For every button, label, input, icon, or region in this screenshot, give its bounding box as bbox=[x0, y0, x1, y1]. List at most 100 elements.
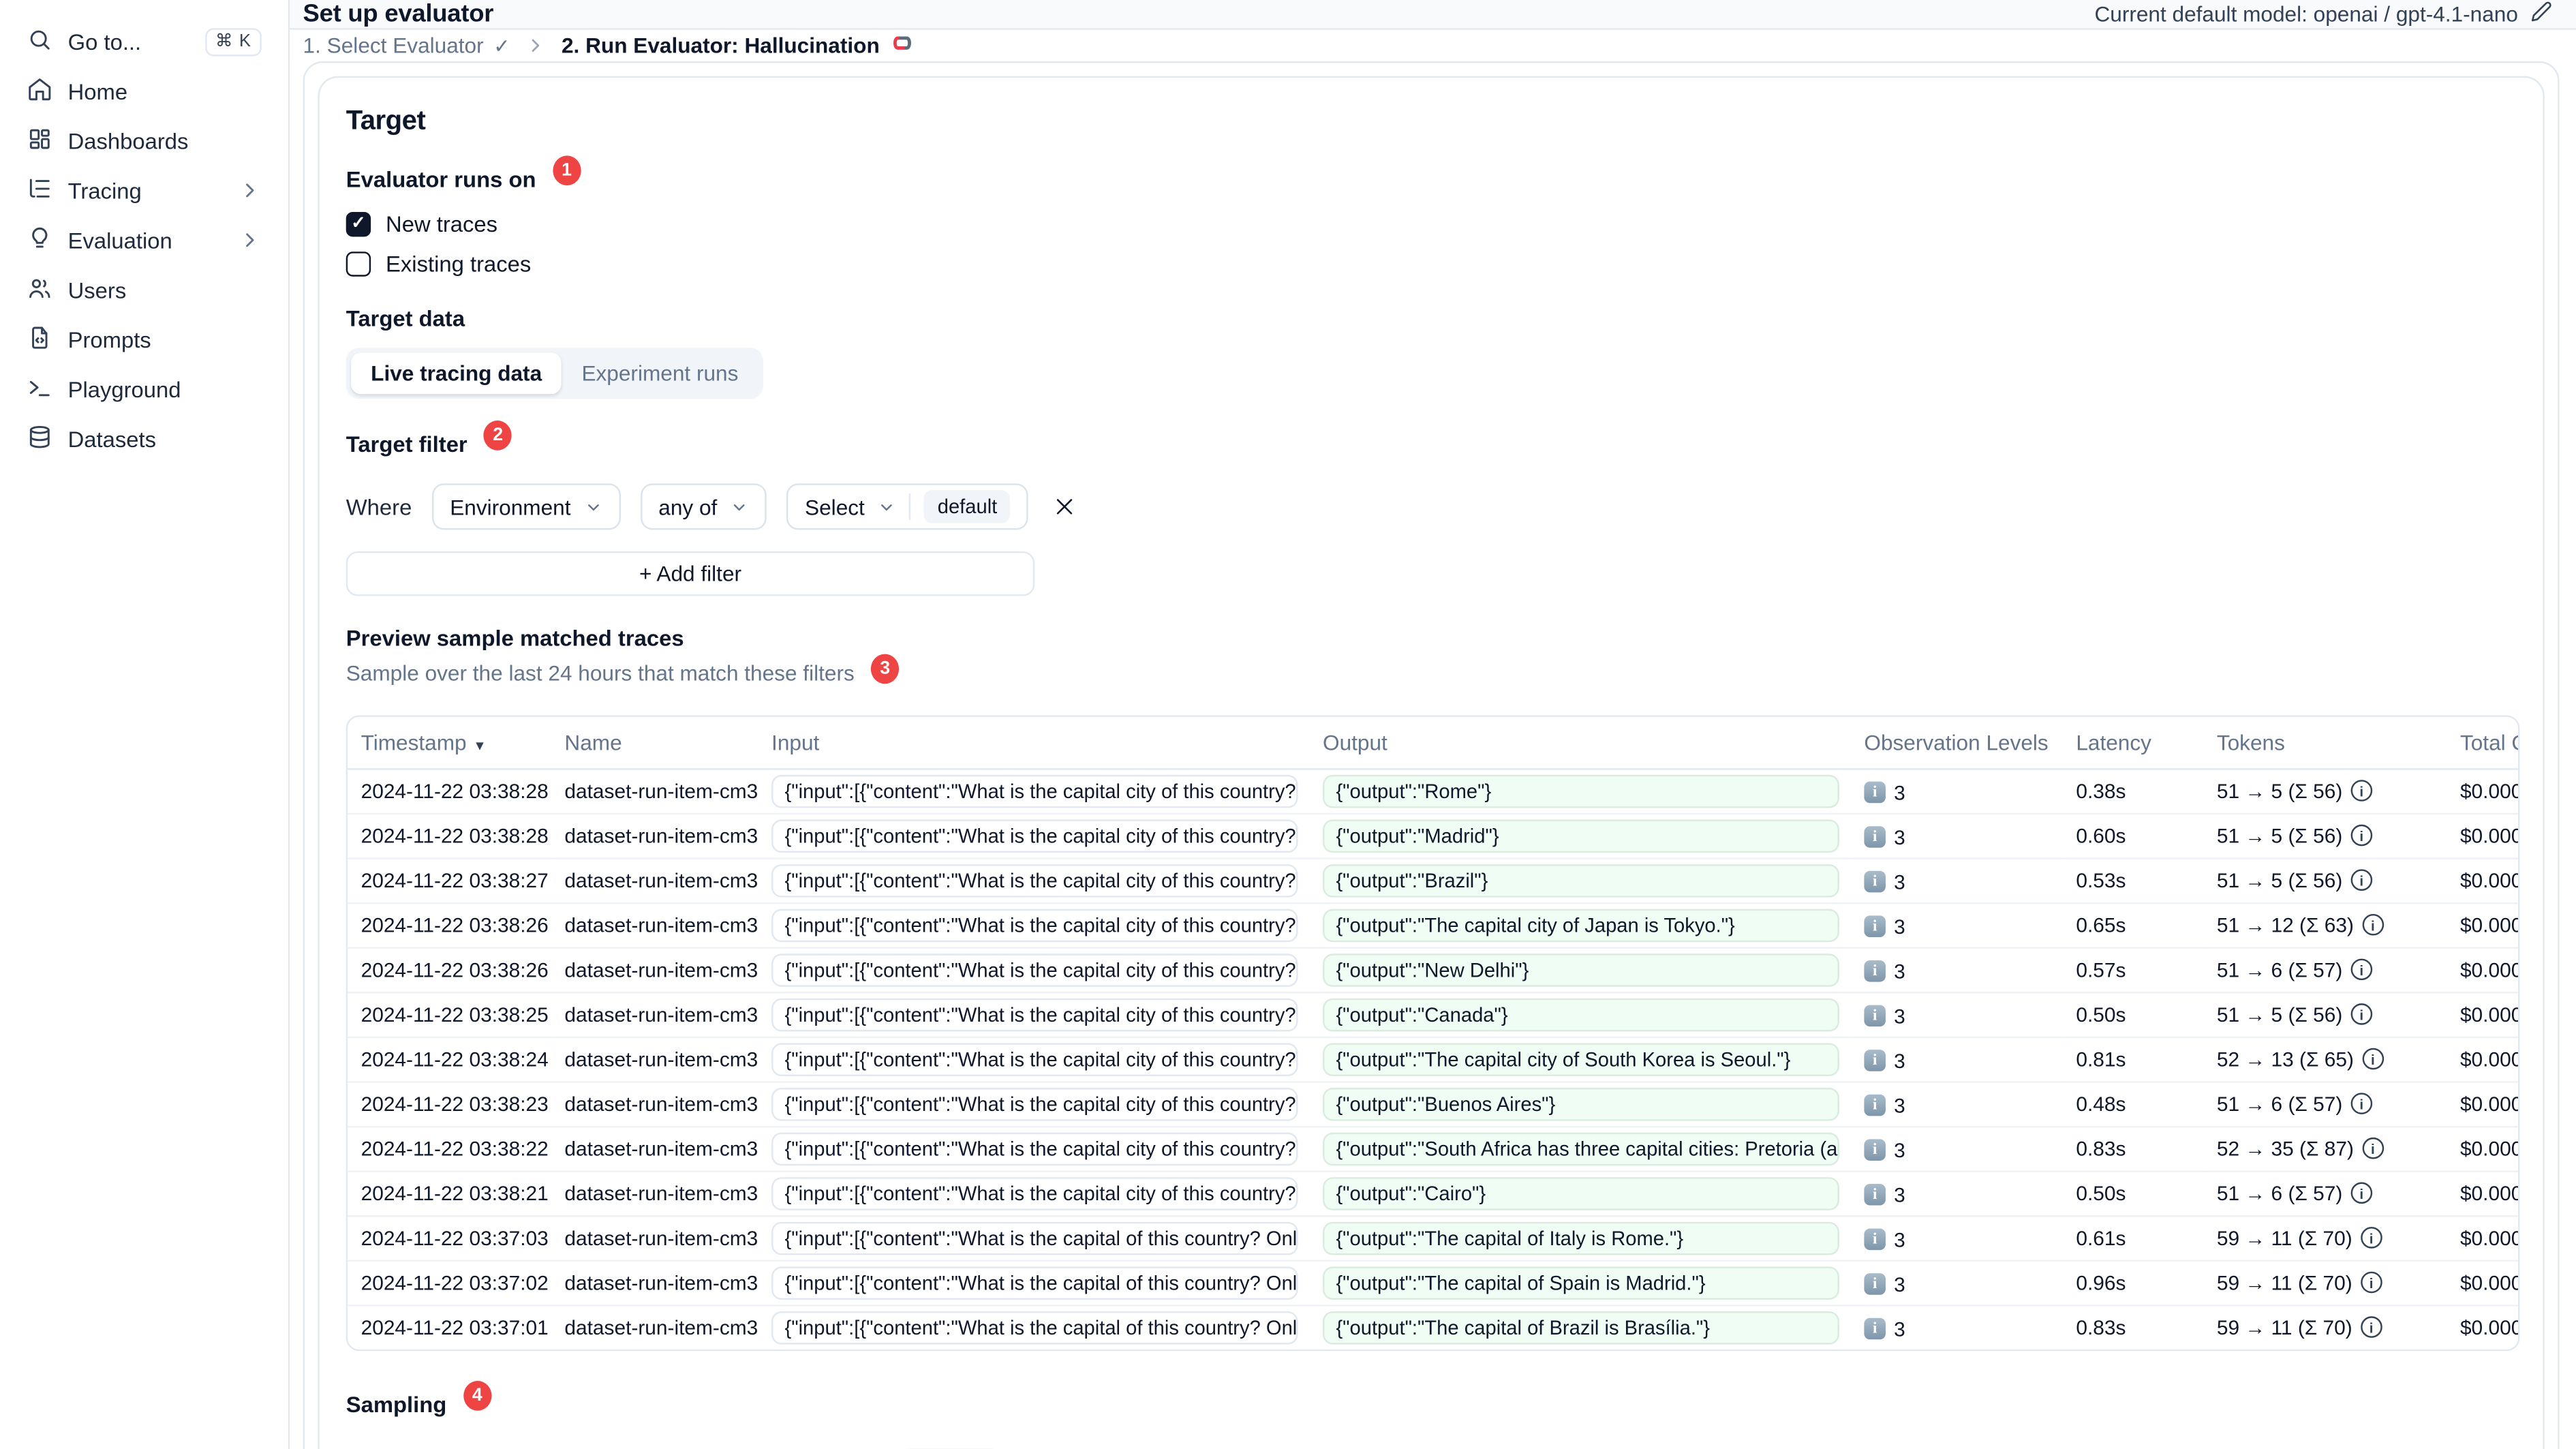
table-row[interactable]: 2024-11-22 03:38:27 dataset-run-item-cm3s… bbox=[348, 857, 2518, 904]
column-header-timestamp[interactable]: Timestamp ▼ bbox=[348, 716, 551, 769]
timestamp-cell: 2024-11-22 03:38:21 bbox=[348, 1170, 551, 1217]
token-usage: 59 → 11 (Σ 70) bbox=[2216, 1270, 2352, 1294]
info-circle-icon[interactable]: i bbox=[2360, 1271, 2382, 1294]
tab-experiment-runs[interactable]: Experiment runs bbox=[562, 352, 758, 394]
column-header-input[interactable]: Input bbox=[758, 716, 1310, 769]
go-to-label: Go to... bbox=[67, 29, 142, 54]
input-preview-box[interactable]: {"input":[{"content":"What is the capita… bbox=[771, 819, 1298, 852]
token-usage: 52 → 13 (Σ 65) bbox=[2216, 1047, 2354, 1071]
breadcrumb-step1[interactable]: 1. Select Evaluator ✓ bbox=[303, 33, 510, 58]
tokens-cell: 51 → 6 (Σ 57) i bbox=[2203, 947, 2447, 993]
output-preview-box[interactable]: {"output":"The capital of Italy is Rome.… bbox=[1323, 1221, 1839, 1255]
output-preview-box[interactable]: {"output":"The capital city of South Kor… bbox=[1323, 1042, 1839, 1076]
column-header-name[interactable]: Name bbox=[551, 716, 758, 769]
input-preview-box[interactable]: {"input":[{"content":"What is the capita… bbox=[771, 1042, 1298, 1076]
input-preview-box[interactable]: {"input":[{"content":"What is the capita… bbox=[771, 1131, 1298, 1165]
table-row[interactable]: 2024-11-22 03:38:21 dataset-run-item-cm3s… bbox=[348, 1170, 2518, 1217]
add-filter-button[interactable]: + Add filter bbox=[346, 551, 1035, 596]
input-cell: {"input":[{"content":"What is the capita… bbox=[758, 902, 1310, 948]
table-row[interactable]: 2024-11-22 03:38:25 dataset-run-item-cm3s… bbox=[348, 992, 2518, 1037]
column-header-tokens[interactable]: Tokens bbox=[2203, 716, 2447, 769]
info-circle-icon[interactable]: i bbox=[2360, 1316, 2382, 1339]
sidebar-item-home[interactable]: Home bbox=[13, 66, 275, 116]
column-header-total-cost[interactable]: Total Cost bbox=[2447, 716, 2518, 769]
table-row[interactable]: 2024-11-22 03:37:01 dataset-run-item-cm3s… bbox=[348, 1305, 2518, 1349]
table-row[interactable]: 2024-11-22 03:37:02 dataset-run-item-cm3s… bbox=[348, 1260, 2518, 1306]
info-circle-icon[interactable]: i bbox=[2360, 1227, 2382, 1249]
table-row[interactable]: 2024-11-22 03:38:28 dataset-run-item-cm3s… bbox=[348, 768, 2518, 814]
go-to-search[interactable]: Go to... ⌘ K bbox=[13, 16, 275, 66]
sidebar-item-users[interactable]: Users bbox=[13, 265, 275, 315]
remove-filter-button[interactable] bbox=[1049, 490, 1082, 523]
info-circle-icon[interactable]: i bbox=[2362, 1137, 2384, 1159]
output-preview-box[interactable]: {"output":"Madrid"} bbox=[1323, 819, 1839, 852]
column-header-observation-levels[interactable]: Observation Levels bbox=[1850, 716, 2063, 769]
table-row[interactable]: 2024-11-22 03:38:23 dataset-run-item-cm3s… bbox=[348, 1081, 2518, 1127]
token-usage: 51 → 6 (Σ 57) bbox=[2216, 1092, 2343, 1116]
info-circle-icon[interactable]: i bbox=[2350, 1003, 2373, 1025]
output-preview-box[interactable]: {"output":"South Africa has three capita… bbox=[1323, 1131, 1839, 1165]
output-preview-box[interactable]: {"output":"New Delhi"} bbox=[1323, 953, 1839, 986]
output-preview-box[interactable]: {"output":"The capital of Spain is Madri… bbox=[1323, 1266, 1839, 1299]
timestamp-cell: 2024-11-22 03:38:28 bbox=[348, 768, 551, 814]
name-cell: dataset-run-item-cm3s4 bbox=[551, 812, 758, 859]
checkbox-new-traces[interactable] bbox=[346, 211, 371, 237]
input-preview-box[interactable]: {"input":[{"content":"What is the capita… bbox=[771, 1266, 1298, 1299]
breadcrumb-step2[interactable]: 2. Run Evaluator: Hallucination bbox=[562, 30, 916, 61]
info-circle-icon[interactable]: i bbox=[2350, 824, 2373, 846]
filter-column-select[interactable]: Environment bbox=[431, 483, 621, 530]
info-circle-icon[interactable]: i bbox=[2362, 1048, 2384, 1070]
info-circle-icon[interactable]: i bbox=[2350, 1182, 2373, 1204]
output-preview-box[interactable]: {"output":"The capital of Brazil is Bras… bbox=[1323, 1311, 1839, 1344]
info-circle-icon[interactable]: i bbox=[2350, 780, 2373, 802]
input-preview-box[interactable]: {"input":[{"content":"What is the capita… bbox=[771, 1086, 1298, 1120]
edit-model-icon[interactable] bbox=[2530, 0, 2553, 28]
table-row[interactable]: 2024-11-22 03:38:28 dataset-run-item-cm3s… bbox=[348, 812, 2518, 859]
output-preview-box[interactable]: {"output":"Brazil"} bbox=[1323, 863, 1839, 897]
input-preview-box[interactable]: {"input":[{"content":"What is the capita… bbox=[771, 1176, 1298, 1210]
timestamp-cell: 2024-11-22 03:37:03 bbox=[348, 1215, 551, 1261]
filter-builder-row: Where Environment any of Select default bbox=[346, 483, 2517, 530]
info-circle-icon[interactable]: i bbox=[2350, 869, 2373, 891]
input-preview-box[interactable]: {"input":[{"content":"What is the capita… bbox=[771, 953, 1298, 986]
table-row[interactable]: 2024-11-22 03:38:26 dataset-run-item-cm3s… bbox=[348, 947, 2518, 993]
input-cell: {"input":[{"content":"What is the capita… bbox=[758, 1215, 1310, 1261]
input-preview-box[interactable]: {"input":[{"content":"What is the capita… bbox=[771, 1311, 1298, 1344]
name-cell: dataset-run-item-cm3s4 bbox=[551, 902, 758, 948]
input-preview-box[interactable]: {"input":[{"content":"What is the capita… bbox=[771, 863, 1298, 897]
observation-level-count: 3 bbox=[1894, 1317, 1905, 1341]
sidebar-item-evaluation[interactable]: Evaluation bbox=[13, 215, 275, 265]
checkbox-existing-traces[interactable] bbox=[346, 251, 371, 277]
name-cell: dataset-run-item-cm3s4 bbox=[551, 947, 758, 993]
tab-live-tracing-data[interactable]: Live tracing data bbox=[351, 352, 562, 395]
input-preview-box[interactable]: {"input":[{"content":"What is the capita… bbox=[771, 774, 1298, 808]
info-circle-icon[interactable]: i bbox=[2350, 1093, 2373, 1114]
input-preview-box[interactable]: {"input":[{"content":"What is the capita… bbox=[771, 908, 1298, 942]
output-preview-box[interactable]: {"output":"Buenos Aires"} bbox=[1323, 1086, 1839, 1120]
output-preview-box[interactable]: {"output":"Cairo"} bbox=[1323, 1176, 1839, 1210]
sidebar-item-dashboards[interactable]: Dashboards bbox=[13, 116, 275, 166]
latency-cell: 0.83s bbox=[2062, 1305, 2204, 1349]
column-header-latency[interactable]: Latency bbox=[2062, 716, 2204, 769]
filter-value-select[interactable]: Select default bbox=[786, 483, 1029, 530]
info-circle-icon[interactable]: i bbox=[2350, 958, 2373, 981]
chevron-down-icon bbox=[731, 498, 749, 516]
latency-cell: 0.48s bbox=[2062, 1081, 2204, 1127]
table-row[interactable]: 2024-11-22 03:38:26 dataset-run-item-cm3s… bbox=[348, 902, 2518, 948]
preview-subtitle: Sample over the last 24 hours that match… bbox=[346, 660, 855, 686]
table-row[interactable]: 2024-11-22 03:38:22 dataset-run-item-cm3s… bbox=[348, 1125, 2518, 1172]
sidebar-item-playground[interactable]: Playground bbox=[13, 364, 275, 414]
output-preview-box[interactable]: {"output":"The capital city of Japan is … bbox=[1323, 908, 1839, 942]
info-circle-icon[interactable]: i bbox=[2362, 913, 2384, 936]
sidebar-item-prompts[interactable]: Prompts bbox=[13, 315, 275, 365]
output-preview-box[interactable]: {"output":"Canada"} bbox=[1323, 997, 1839, 1031]
table-row[interactable]: 2024-11-22 03:37:03 dataset-run-item-cm3s… bbox=[348, 1215, 2518, 1261]
sidebar-item-datasets[interactable]: Datasets bbox=[13, 414, 275, 463]
sidebar-item-tracing[interactable]: Tracing bbox=[13, 166, 275, 215]
output-preview-box[interactable]: {"output":"Rome"} bbox=[1323, 774, 1839, 808]
input-preview-box[interactable]: {"input":[{"content":"What is the capita… bbox=[771, 997, 1298, 1031]
column-header-output[interactable]: Output bbox=[1309, 716, 1851, 769]
table-row[interactable]: 2024-11-22 03:38:24 dataset-run-item-cm3s… bbox=[348, 1036, 2518, 1082]
input-preview-box[interactable]: {"input":[{"content":"What is the capita… bbox=[771, 1221, 1298, 1255]
filter-operator-select[interactable]: any of bbox=[640, 483, 767, 530]
